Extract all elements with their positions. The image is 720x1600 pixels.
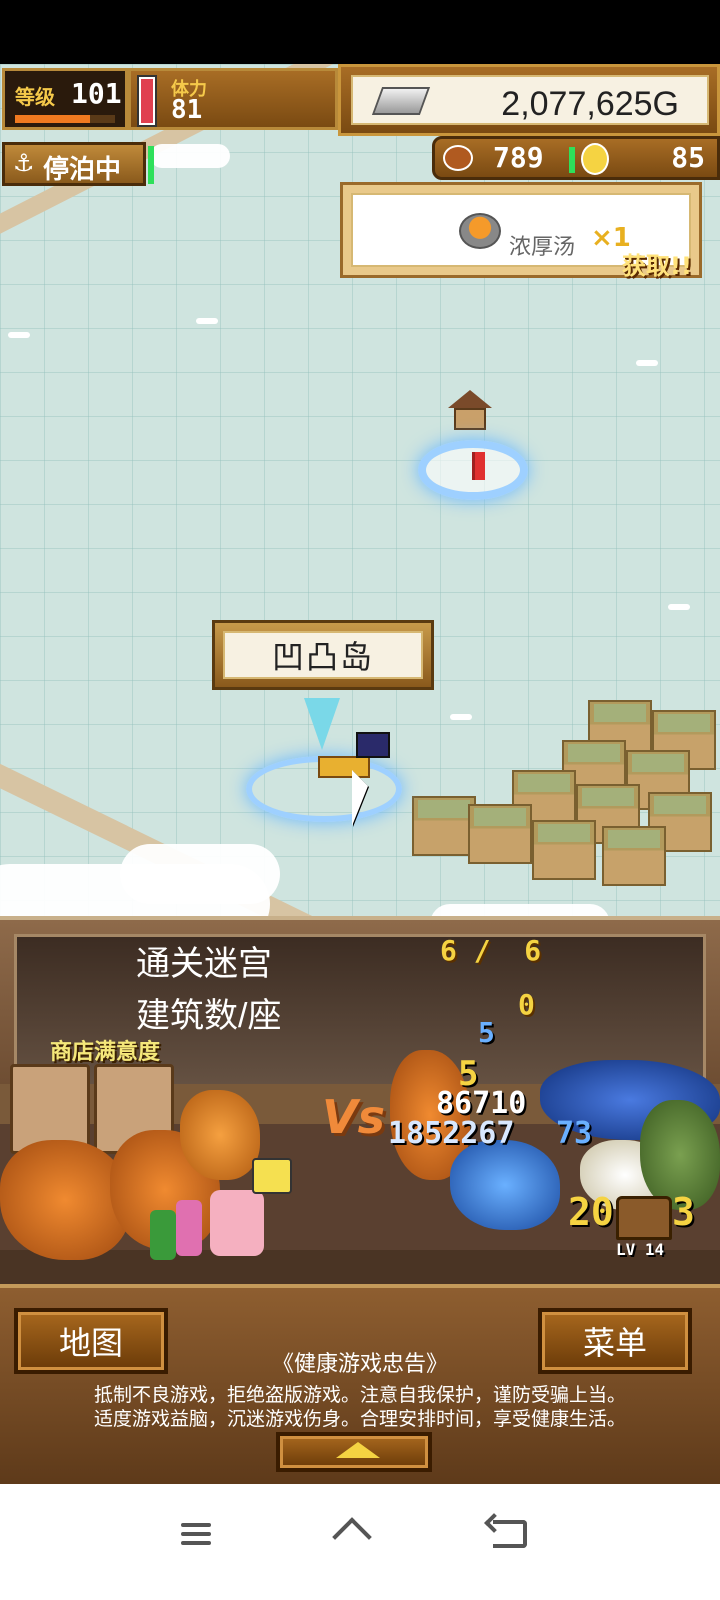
nav-menu-button[interactable]: [166, 1504, 226, 1564]
shop-satisfaction-label: 商店满意度: [50, 1040, 161, 1065]
damage-number: 73: [556, 1116, 593, 1151]
cloud: [196, 318, 218, 324]
nav-back-button[interactable]: [480, 1504, 540, 1564]
ship-icon[interactable]: [298, 698, 398, 788]
dungeon-clear-label: 通关迷宫: [136, 945, 272, 983]
level-progress-bar: [15, 115, 115, 123]
status-bar: [0, 0, 720, 64]
meat-icon: [443, 145, 473, 171]
resource-separator: [569, 147, 575, 173]
stamina-panel: 体力 81: [128, 68, 338, 130]
island-terrain: [412, 700, 720, 900]
notice-item-name: 浓厚汤: [509, 235, 576, 260]
house-icon[interactable]: [448, 390, 492, 430]
cloud: [668, 604, 690, 610]
anchor-status-indicator: [148, 146, 154, 184]
gold-value: 2,077,625G: [501, 85, 679, 123]
stamina-gauge-fill: [141, 78, 153, 123]
blue-dragon-enemy: [450, 1140, 560, 1230]
flag-marker-icon[interactable]: [418, 440, 528, 500]
cursor-icon: [352, 770, 368, 826]
level-label: 等级: [15, 85, 55, 109]
damage-number: 20: [568, 1190, 614, 1234]
treasure-chest-icon: [616, 1196, 672, 1240]
health-advisory-line: 抵制不良游戏，拒绝盗版游戏。注意自我保护，谨防受骗上当。: [93, 1384, 626, 1406]
stamina-value: 81: [171, 95, 203, 125]
hero-character: [150, 1210, 176, 1260]
hero-character: [210, 1190, 264, 1256]
enemy-level-label: LV 14: [616, 1240, 665, 1259]
health-advisory-title: 《健康游戏忠告》: [271, 1352, 448, 1377]
level-progress-fill: [15, 115, 90, 123]
claim-button[interactable]: 获取!!: [622, 246, 706, 280]
yellow-block-character: [252, 1158, 292, 1194]
coin-count: 85: [671, 141, 705, 174]
battle-ground: [0, 1250, 720, 1284]
anchor-status-button[interactable]: ⚓ 停泊中: [2, 142, 146, 186]
cloud: [120, 844, 280, 904]
level-value: 101: [71, 77, 122, 110]
soup-icon: [459, 213, 501, 249]
building-count-label: 建筑数/座: [136, 997, 282, 1035]
hero-character: [176, 1200, 202, 1256]
stamina-gauge: [137, 75, 157, 127]
anchor-icon: ⚓: [13, 149, 35, 177]
damage-number: 3: [672, 1190, 695, 1234]
damage-number: 1852267: [388, 1116, 515, 1151]
cloud: [636, 360, 658, 366]
arrow-up-icon: [336, 1442, 380, 1458]
cloud: [150, 144, 230, 168]
resource-panel: 789 85: [432, 136, 720, 180]
island-name: 凹凸岛: [271, 638, 374, 676]
damage-number: 5: [478, 1016, 495, 1049]
cloud: [8, 332, 30, 338]
back-icon: [493, 1520, 527, 1548]
menu-icon: [181, 1518, 211, 1550]
dungeon-clear-value: 6 / 6: [440, 934, 542, 967]
silver-bar-icon: [371, 87, 431, 115]
health-advisory-line: 适度游戏益脑，沉迷游戏伤身。合理安排时间，享受健康生活。: [93, 1408, 626, 1430]
system-nav-bar: [0, 1484, 720, 1600]
coin-icon: [581, 143, 609, 175]
building-count-value: 0: [518, 988, 535, 1021]
meat-count: 789: [493, 141, 544, 174]
nav-home-button[interactable]: [322, 1504, 382, 1564]
anchor-status-label: 停泊中: [43, 155, 122, 185]
expand-button[interactable]: [276, 1432, 432, 1472]
gold-panel: 2,077,625G: [338, 64, 720, 136]
fire-dragon-monster: [180, 1090, 260, 1180]
home-icon: [334, 1517, 370, 1551]
level-panel: 等级 101: [2, 68, 128, 130]
island-name-sign: 凹凸岛: [212, 620, 434, 690]
battle-vs-label: Vs: [322, 1090, 385, 1144]
